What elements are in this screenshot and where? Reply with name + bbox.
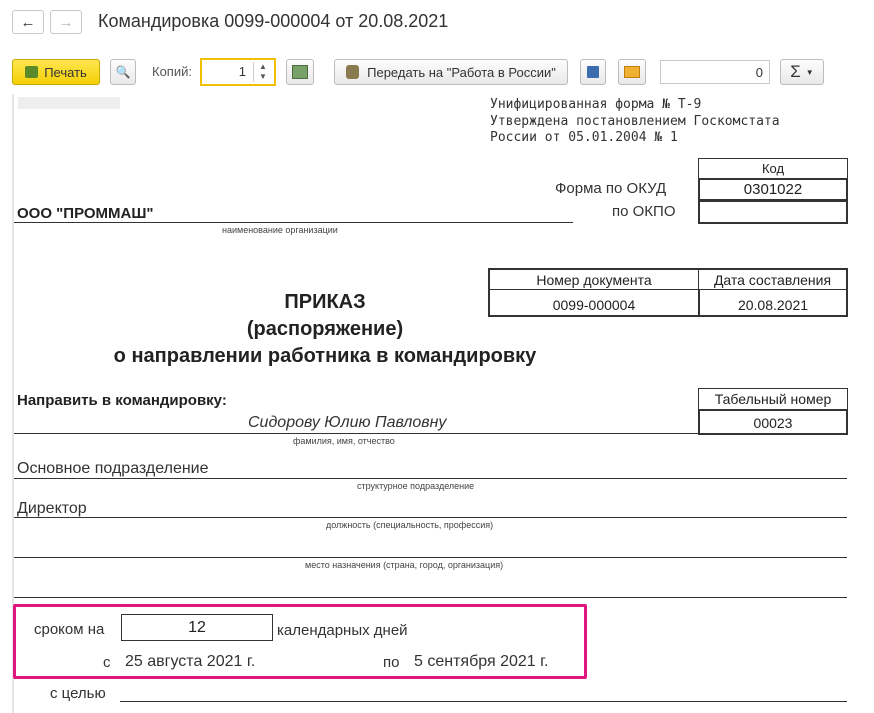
destination-caption: место назначения (страна, город, организ… [305, 560, 504, 570]
form-line-3: России от 05.01.2004 № 1 [490, 130, 678, 145]
position-value: Директор [17, 500, 87, 517]
window-title: Командировка 0099-000004 от 20.08.2021 [98, 11, 449, 31]
sum-icon: Σ [790, 62, 801, 81]
term-label: сроком на [34, 621, 105, 638]
org-underline [14, 222, 573, 223]
department-caption: структурное подразделение [357, 481, 475, 491]
blurred-header [18, 97, 120, 109]
form-line-2: Утверждена постановлением Госкомстата [490, 114, 780, 129]
destination-underline [14, 557, 847, 558]
sum-field[interactable]: 0 [660, 60, 770, 84]
send-to-rabota-button[interactable]: Передать на "Работа в России" [334, 59, 568, 85]
separator-line [14, 597, 847, 598]
print-icon [25, 66, 39, 78]
preview-button[interactable]: 🔍 [110, 59, 136, 85]
mail-button[interactable] [618, 59, 646, 85]
from-label: с [103, 654, 111, 671]
term-unit: календарных дней [277, 622, 408, 639]
forward-button[interactable]: → [50, 10, 82, 34]
preview-icon: 🔍 [115, 65, 131, 79]
tab-value: 00023 [698, 409, 848, 435]
from-date: 25 августа 2021 г. [125, 653, 256, 670]
okud-value: 0301022 [698, 178, 848, 201]
copies-label: Копий: [152, 64, 192, 79]
okpo-value [698, 200, 848, 224]
tab-header: Табельный номер [698, 388, 848, 410]
copies-stepper[interactable]: ▲ ▼ [253, 62, 272, 82]
purpose-underline [120, 701, 847, 702]
print-button-label: Печать [44, 64, 87, 80]
position-underline [14, 517, 847, 518]
chevron-down-icon: ▼ [805, 67, 814, 77]
edit-button[interactable] [286, 59, 314, 85]
term-value: 12 [121, 614, 273, 641]
forward-arrow-icon: → [58, 13, 74, 31]
docdate-header: Дата составления [698, 268, 848, 290]
save-icon [587, 66, 599, 78]
okud-label: Форма по ОКУД [555, 180, 667, 197]
copies-input[interactable]: 1 ▲ ▼ [200, 58, 276, 86]
department-value: Основное подразделение [17, 460, 209, 477]
position-caption: должность (специальность, профессия) [326, 520, 494, 530]
docdate-value: 20.08.2021 [698, 289, 848, 317]
send-button-label: Передать на "Работа в России" [367, 64, 556, 80]
org-name: ООО "ПРОММАШ" [17, 205, 154, 222]
mail-icon [624, 66, 640, 78]
coat-of-arms-icon [346, 65, 360, 79]
code-header: Код [698, 158, 848, 179]
save-button[interactable] [580, 59, 606, 85]
copies-value: 1 [238, 64, 246, 79]
employee-name: Сидорову Юлию Павловну [248, 414, 447, 431]
employee-caption: фамилия, имя, отчество [293, 436, 395, 446]
to-label: по [383, 654, 400, 671]
edit-icon [292, 65, 308, 79]
docnum-header: Номер документа [488, 268, 699, 290]
purpose-label: с целью [50, 685, 106, 702]
department-underline [14, 478, 847, 479]
send-label: Направить в командировку: [17, 392, 227, 409]
okpo-label: по ОКПО [612, 203, 676, 220]
org-caption: наименование организации [222, 225, 338, 235]
doc-subtitle-2: о направлении работника в командировку [113, 345, 537, 367]
doc-title: ПРИКАЗ [284, 291, 366, 313]
doc-subtitle: (распоряжение) [246, 318, 404, 340]
form-line-1: Унифицированная форма № Т-9 [490, 97, 702, 112]
back-arrow-icon: ← [20, 13, 36, 31]
to-date: 5 сентября 2021 г. [414, 653, 549, 670]
employee-underline [14, 433, 698, 434]
back-button[interactable]: ← [12, 10, 44, 34]
print-button[interactable]: Печать [12, 59, 100, 85]
docnum-value: 0099-000004 [488, 289, 699, 317]
sum-button[interactable]: Σ ▼ [780, 59, 824, 85]
